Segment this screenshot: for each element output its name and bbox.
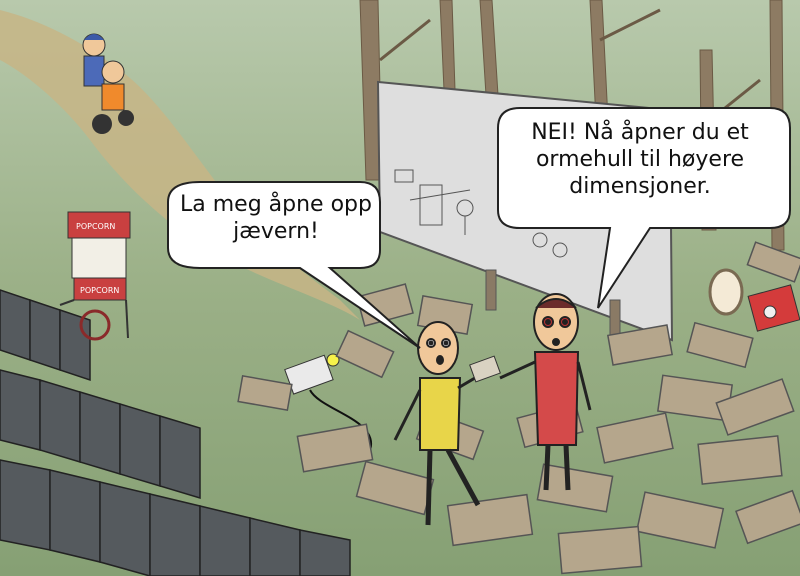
comic-artwork: POPCORN POPCORN (0, 0, 800, 576)
popcorn-sign-top: POPCORN (76, 222, 115, 231)
popcorn-sign-bottom: POPCORN (80, 286, 119, 295)
speech-text-left: La meg åpne opp jævern! (180, 192, 372, 244)
comic-panel: POPCORN POPCORN La meg åpne opp jævern! … (0, 0, 800, 576)
mirror (708, 268, 744, 316)
speech-text-right: NEI! Nå åpner du et ormehull til høyere … (531, 120, 749, 199)
